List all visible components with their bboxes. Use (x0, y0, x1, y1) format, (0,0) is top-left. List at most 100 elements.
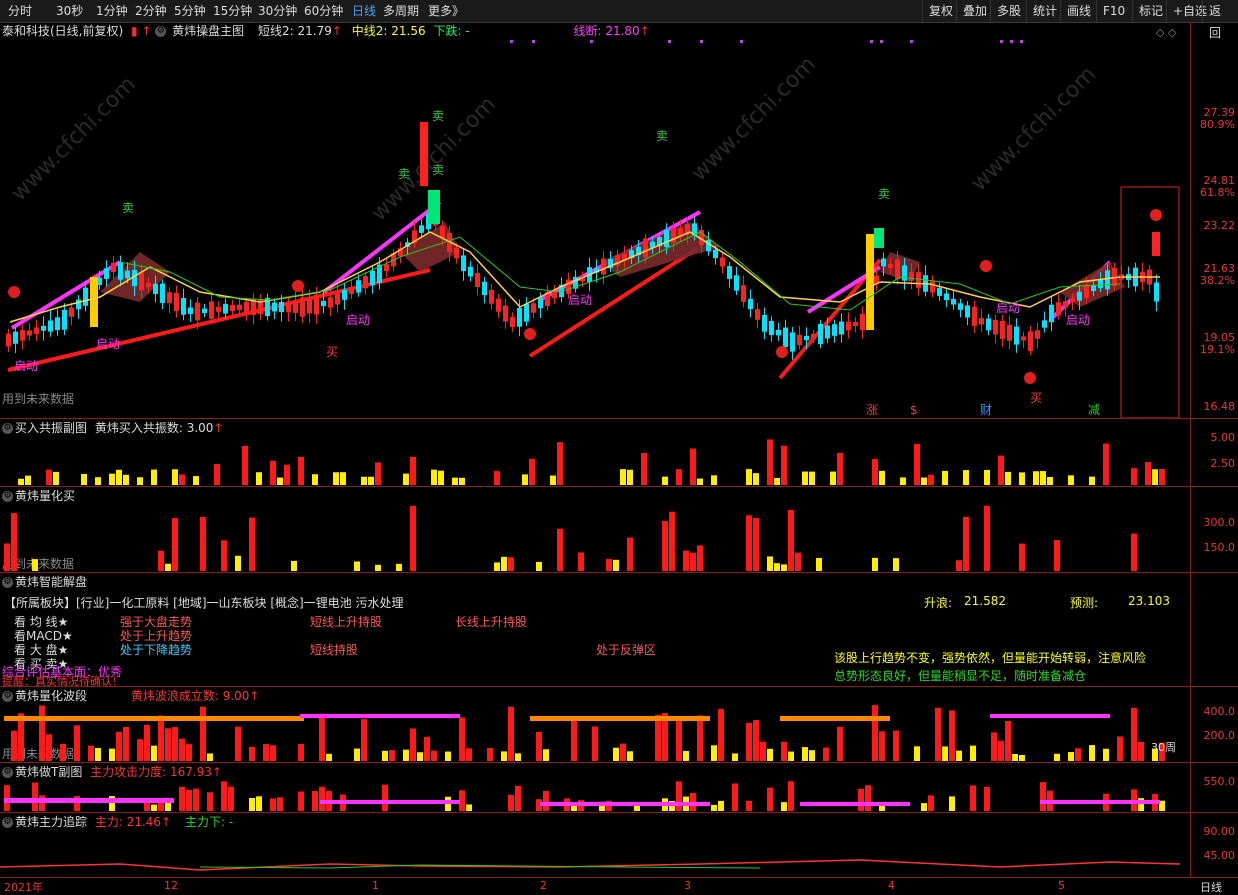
panel-name[interactable]: 黄炜智能解盘 (15, 575, 87, 589)
btn-f10[interactable]: F10 (1096, 0, 1131, 22)
period-fenshi[interactable]: 分时 (8, 3, 32, 19)
period-30m[interactable]: 30分钟 (258, 3, 297, 19)
period-60m[interactable]: 60分钟 (304, 3, 343, 19)
candle-body (797, 334, 802, 346)
rise-value: 21.582 (964, 594, 1006, 608)
bar (1068, 752, 1074, 761)
bar (746, 722, 752, 761)
bar (256, 472, 262, 485)
btn-tongji[interactable]: 统计 (1026, 0, 1063, 22)
period-multi[interactable]: 多周期 (383, 3, 419, 19)
p1-y-axis: 5.00 2.50 (1190, 418, 1238, 487)
bar (571, 717, 577, 761)
candle-body (993, 319, 998, 335)
bar (116, 731, 122, 761)
xlab: 4 (888, 879, 895, 892)
btn-biaoji[interactable]: 标记 (1132, 0, 1169, 22)
bar (788, 781, 794, 811)
bar (151, 469, 157, 485)
btn-duogu[interactable]: 多股 (990, 0, 1027, 22)
xlab: 3 (684, 879, 691, 892)
period-5m[interactable]: 5分钟 (174, 3, 206, 19)
bar (921, 803, 927, 811)
candle-body (734, 275, 739, 291)
advice-line-2: 总势形态良好，但量能稍显不足，随时准备减仓 (834, 669, 1087, 683)
event-jian: 减 (1088, 403, 1100, 417)
bar (942, 470, 948, 485)
bar (767, 748, 773, 761)
bar (984, 505, 990, 571)
bar (116, 469, 122, 485)
candle-body (1084, 286, 1089, 299)
candle-body (356, 280, 361, 293)
bar (837, 452, 843, 485)
bar (1152, 469, 1158, 485)
bar (410, 456, 416, 485)
bar (123, 726, 129, 761)
wave-bar (300, 714, 460, 718)
btn-fanhui[interactable]: 返回 (1202, 0, 1238, 40)
bar (529, 458, 535, 485)
period-more[interactable]: 更多》 (428, 3, 464, 19)
candle-body (146, 282, 151, 288)
bar (508, 794, 514, 811)
watermark-text: www.cfchi.com (7, 72, 141, 206)
candle-body (223, 303, 228, 314)
bar (557, 442, 563, 485)
panel-smart-analysis[interactable]: ⚙ 黄炜智能解盘 【所属板块】[行业]一化工原料 [地域]一山东板块 [概念]一锂… (0, 572, 1190, 688)
candle-body (293, 301, 298, 313)
candle-body (1070, 298, 1075, 303)
candle-body (420, 122, 428, 186)
bar (893, 730, 899, 761)
bar (403, 749, 409, 761)
bar (312, 474, 318, 485)
start-marker: 启动 (568, 293, 592, 307)
bar (179, 738, 185, 761)
bar (732, 753, 738, 761)
bar (963, 516, 969, 571)
candle-body (286, 301, 291, 313)
bar (368, 476, 374, 485)
bar (697, 715, 703, 761)
bar (221, 781, 227, 811)
candle-body (195, 302, 200, 321)
bar (837, 726, 843, 761)
bar (298, 744, 304, 761)
bar (1138, 741, 1144, 761)
main-force-line (0, 859, 1181, 871)
settings-icon[interactable]: ⚙ (2, 577, 13, 588)
candle-body (13, 331, 18, 344)
period-15m[interactable]: 15分钟 (213, 3, 252, 19)
candle-body (314, 294, 319, 315)
period-daily[interactable]: 日线 (352, 3, 376, 19)
bar (466, 804, 472, 811)
bar (81, 473, 87, 485)
candle-body (489, 289, 494, 304)
candle-body (790, 332, 795, 352)
bar (746, 469, 752, 485)
bar (431, 469, 437, 485)
btn-diejia[interactable]: 叠加 (956, 0, 993, 22)
period-1m[interactable]: 1分钟 (96, 3, 128, 19)
bar (956, 560, 962, 571)
candle-body (755, 309, 760, 320)
btn-fuquan[interactable]: 复权 (922, 0, 959, 22)
period-2m[interactable]: 2分钟 (135, 3, 167, 19)
bar (123, 474, 129, 485)
bar (445, 751, 451, 761)
candle-body (468, 266, 473, 277)
bar (270, 460, 276, 485)
candle-body (1154, 282, 1159, 302)
ylab: 5.00 (1210, 431, 1236, 444)
btn-huaxian[interactable]: 画线 (1060, 0, 1097, 22)
ylab: 400.0 (1203, 705, 1236, 718)
candle-body (1028, 331, 1033, 352)
bar (333, 472, 339, 485)
period-30s[interactable]: 30秒 (56, 3, 83, 19)
bar (417, 752, 423, 761)
bar (284, 464, 290, 485)
bar (543, 749, 549, 761)
bar (1159, 468, 1165, 485)
bar (718, 800, 724, 811)
p2-bars (4, 505, 1137, 571)
